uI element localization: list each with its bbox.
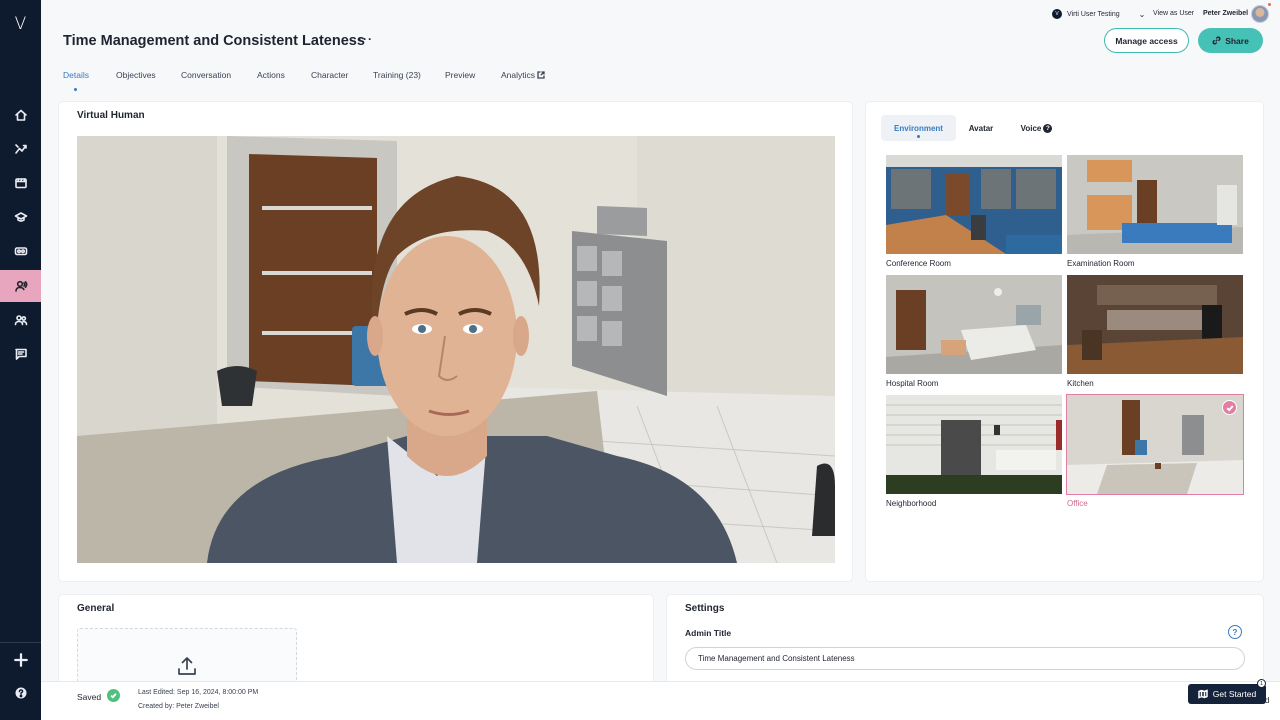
environment-label: Hospital Room	[886, 379, 939, 388]
last-edited-text: Last Edited: Sep 16, 2024, 8:00:00 PM	[138, 689, 259, 696]
vr-headset-icon[interactable]	[0, 235, 41, 267]
film-icon[interactable]	[0, 167, 41, 199]
environment-label: Conference Room	[886, 259, 951, 268]
organisation-name: Virti User Testing	[1067, 10, 1120, 18]
tab-voice-label: Voice	[1020, 123, 1042, 133]
get-started-label: Get Started	[1212, 689, 1257, 699]
tab-voice[interactable]: Voice?	[1014, 115, 1059, 141]
environment-office[interactable]: Office	[1066, 394, 1244, 508]
tab-analytics[interactable]: Analytics	[501, 70, 545, 80]
active-tab-indicator	[917, 135, 920, 138]
chat-icon[interactable]	[0, 338, 41, 370]
tab-preview[interactable]: Preview	[445, 70, 475, 80]
virtual-human-icon[interactable]	[0, 270, 41, 302]
footer-bar	[41, 681, 1280, 720]
environment-conference-room[interactable]: Conference Room	[886, 155, 1062, 268]
get-started-badge: 1	[1257, 679, 1266, 688]
thumbnail-upload-dropzone[interactable]	[77, 628, 297, 688]
environment-label: Office	[1067, 499, 1088, 508]
active-tab-indicator	[74, 88, 77, 91]
environment-label: Kitchen	[1067, 379, 1094, 388]
saved-status: Saved	[77, 692, 102, 702]
share-button[interactable]: Share	[1198, 28, 1263, 53]
environment-hospital-room[interactable]: Hospital Room	[886, 275, 1062, 388]
voice-help-icon[interactable]: ?	[1043, 123, 1053, 133]
virtual-human-title: Virtual Human	[77, 110, 145, 121]
app-logo[interactable]: V	[0, 14, 41, 34]
user-avatar[interactable]	[1251, 5, 1269, 23]
page-title: Time Management and Consistent Lateness	[63, 33, 365, 49]
tab-conversation[interactable]: Conversation	[181, 70, 231, 80]
manage-access-button[interactable]: Manage access	[1104, 28, 1189, 53]
created-by-text: Created by: Peter Zweibel	[138, 703, 219, 710]
environment-thumbnail	[1067, 155, 1243, 254]
user-name[interactable]: Peter Zweibel	[1203, 10, 1248, 17]
organisation-logo: V	[1052, 9, 1062, 19]
sidebar: V	[0, 0, 41, 720]
environment-kitchen[interactable]: Kitchen	[1067, 275, 1243, 388]
share-label: Share	[1225, 35, 1249, 46]
link-icon	[1212, 36, 1221, 45]
analytics-icon[interactable]	[0, 133, 41, 165]
plus-icon[interactable]	[0, 644, 41, 676]
upload-icon	[178, 657, 196, 675]
settings-card	[667, 595, 1263, 695]
environment-examination-room[interactable]: Examination Room	[1067, 155, 1243, 268]
tab-environment-label: Environment	[894, 123, 943, 133]
tab-actions[interactable]: Actions	[257, 70, 285, 80]
users-icon[interactable]	[0, 304, 41, 336]
admin-title-label: Admin Title	[685, 628, 732, 638]
general-title: General	[77, 603, 115, 614]
admin-title-input[interactable]	[685, 647, 1245, 670]
view-as-user-link[interactable]: View as User	[1153, 10, 1194, 17]
home-icon[interactable]	[0, 99, 41, 131]
chevron-down-icon: ⌄	[1138, 9, 1146, 19]
more-options-icon[interactable]: ···	[358, 32, 373, 46]
tab-avatar[interactable]: Avatar	[961, 115, 1001, 141]
environment-neighborhood[interactable]: Neighborhood	[886, 395, 1062, 508]
virtual-human-preview[interactable]	[77, 136, 835, 563]
environment-label: Examination Room	[1067, 259, 1135, 268]
environment-thumbnail	[886, 275, 1062, 374]
notification-dot	[1268, 3, 1271, 6]
environment-thumbnail	[886, 395, 1062, 494]
tab-details[interactable]: Details	[63, 70, 89, 80]
help-icon[interactable]	[0, 677, 41, 709]
environment-label: Neighborhood	[886, 499, 937, 508]
environment-thumbnail	[886, 155, 1062, 254]
tab-character[interactable]: Character	[311, 70, 348, 80]
tab-training[interactable]: Training (23)	[373, 70, 421, 80]
settings-title: Settings	[685, 603, 725, 614]
tab-analytics-label: Analytics	[501, 70, 536, 80]
map-icon	[1198, 689, 1208, 699]
saved-check-icon	[107, 689, 120, 702]
selected-check-icon	[1222, 400, 1237, 415]
graduation-cap-icon[interactable]	[0, 201, 41, 233]
get-started-button[interactable]: Get Started	[1188, 684, 1266, 704]
tab-environment[interactable]: Environment	[881, 115, 956, 141]
admin-title-help-icon[interactable]: ?	[1228, 625, 1242, 639]
external-link-icon	[537, 71, 545, 79]
environment-thumbnail	[1066, 394, 1244, 495]
organisation-switcher[interactable]: V Virti User Testing ⌄	[1052, 8, 1145, 20]
sidebar-divider	[0, 642, 41, 643]
environment-thumbnail	[1067, 275, 1243, 374]
tab-objectives[interactable]: Objectives	[116, 70, 156, 80]
